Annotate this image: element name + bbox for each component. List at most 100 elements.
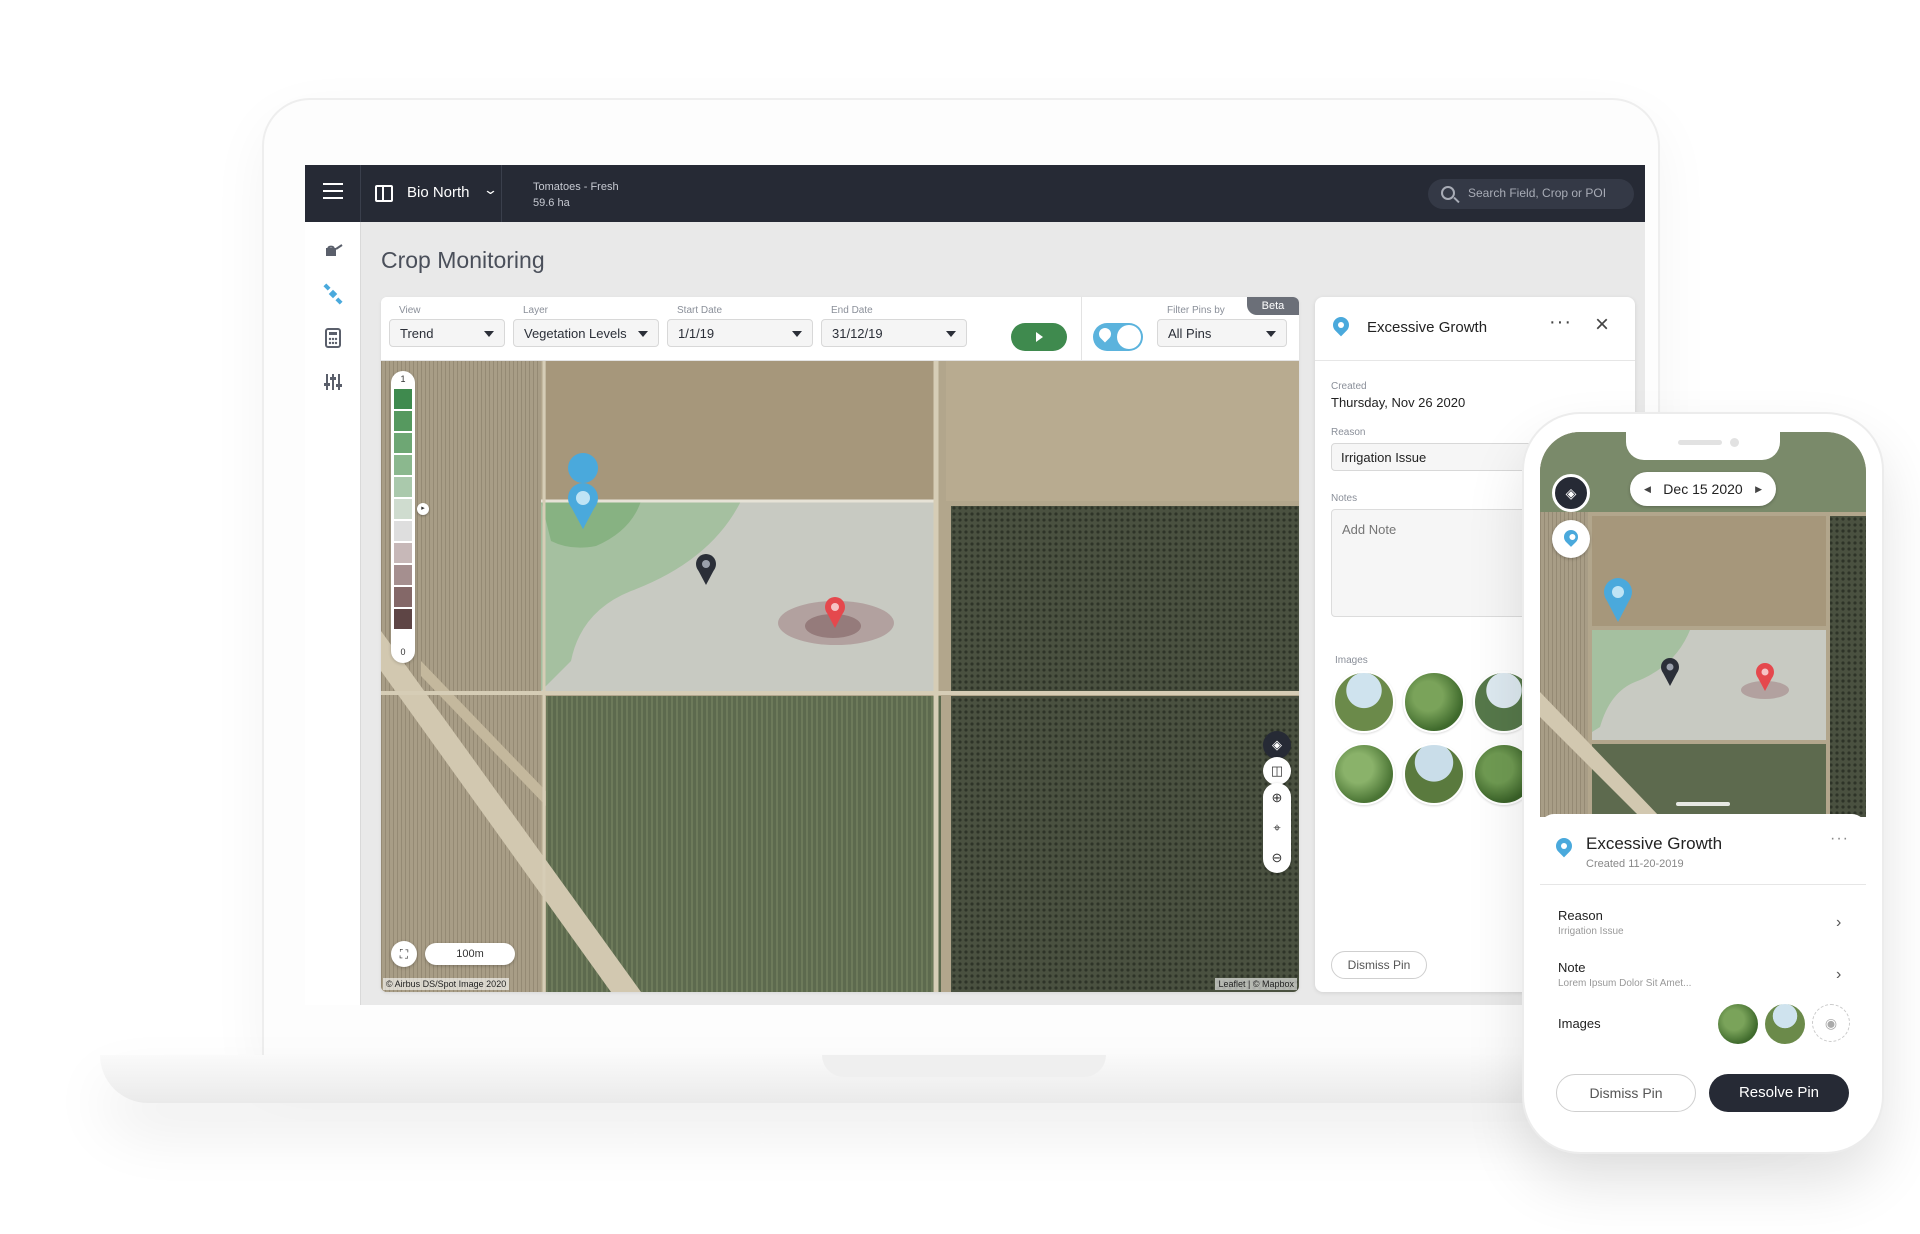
phone-speaker — [1678, 440, 1722, 445]
hamburger-menu-icon[interactable] — [323, 183, 343, 203]
legend-swatch — [394, 609, 412, 629]
end-date-value: 31/12/19 — [832, 326, 883, 341]
image-thumbnail[interactable] — [1403, 743, 1465, 805]
image-thumbnail[interactable] — [1333, 671, 1395, 733]
map-pin-red[interactable] — [825, 597, 845, 628]
crop-area: 59.6 ha — [533, 197, 570, 209]
map-toolbar: View Trend Layer Vegetation Levels Start… — [381, 297, 1299, 361]
calculator-icon[interactable] — [319, 324, 347, 352]
pin-title: Excessive Growth — [1367, 319, 1488, 336]
caret-down-icon — [638, 331, 648, 337]
zoom-in-icon[interactable]: ⊕ — [1263, 783, 1291, 813]
caret-down-icon — [1266, 331, 1276, 337]
date-value: Dec 15 2020 — [1663, 481, 1743, 497]
layers-icon[interactable]: ◈ — [1552, 474, 1590, 512]
image-thumbnail[interactable] — [1403, 671, 1465, 733]
camera-icon[interactable]: ◉ — [1812, 1004, 1850, 1042]
more-options-icon[interactable]: ··· — [1549, 311, 1572, 334]
note-value: Lorem Ipsum Dolor Sit Amet... — [1558, 978, 1692, 989]
page-title: Crop Monitoring — [381, 247, 545, 273]
caret-down-icon — [946, 331, 956, 337]
sheet-grab-handle[interactable] — [1676, 802, 1730, 806]
phone-notch — [1626, 432, 1780, 460]
end-date-select[interactable]: 31/12/19 — [821, 319, 967, 347]
layer-select[interactable]: Vegetation Levels — [513, 319, 659, 347]
zoom-controls: ⊕ ⌖ ⊖ — [1263, 783, 1291, 873]
pin-icon — [1552, 834, 1576, 858]
legend-max: 1 — [400, 374, 406, 384]
add-pin-button[interactable] — [1552, 520, 1590, 558]
layer-label: Layer — [523, 305, 549, 316]
pin-icon — [1561, 527, 1581, 547]
watering-can-icon[interactable] — [319, 236, 347, 264]
satellite-map[interactable]: 1 0 ▸ ◈ ◫ ⊕ ⌖ ⊖ ⛶ 100m © Airbus DS/Spot … — [381, 361, 1299, 992]
date-picker[interactable]: ◀ Dec 15 2020 ▶ — [1630, 472, 1776, 506]
map-pin-blue[interactable] — [568, 453, 599, 529]
start-date-label: Start Date — [677, 305, 723, 316]
search-icon — [1441, 186, 1455, 200]
caret-down-icon — [484, 331, 494, 337]
map-attribution-tiles[interactable]: Leaflet | © Mapbox — [1215, 978, 1297, 990]
search-box[interactable] — [1428, 179, 1634, 209]
legend-swatch — [394, 521, 412, 541]
legend-swatch — [394, 411, 412, 431]
field-icon — [375, 185, 393, 202]
pin-created: Created 11-20-2019 — [1586, 858, 1684, 870]
toggle-knob — [1117, 325, 1141, 349]
sliders-icon[interactable] — [319, 368, 347, 396]
close-icon[interactable]: × — [1595, 311, 1609, 339]
phone-screen: ◈ ◀ Dec 15 2020 ▶ Excessive Growth Creat… — [1540, 432, 1866, 1134]
pins-toggle[interactable] — [1093, 323, 1143, 351]
chevron-down-icon[interactable]: ⌄ — [483, 182, 498, 198]
start-date-select[interactable]: 1/1/19 — [667, 319, 813, 347]
locate-icon[interactable]: ⌖ — [1263, 813, 1291, 843]
legend-swatch — [394, 477, 412, 497]
laptop-screen: Bio North ⌄ Tomatoes - Fresh 59.6 ha Sea… — [305, 165, 1645, 1005]
start-date-control: Start Date 1/1/19 — [667, 305, 813, 347]
resolve-pin-button[interactable]: Resolve Pin — [1709, 1074, 1849, 1112]
phone-satellite-map[interactable]: ◈ ◀ Dec 15 2020 ▶ — [1540, 432, 1866, 817]
end-date-control: End Date 31/12/19 — [821, 305, 967, 347]
search-input[interactable] — [1468, 186, 1628, 200]
crop-name: Tomatoes - Fresh — [533, 181, 619, 193]
pin-title: Excessive Growth — [1586, 834, 1723, 853]
reason-label: Reason — [1331, 427, 1366, 438]
panel-header: Excessive Growth ··· × — [1315, 297, 1635, 361]
layer-value: Vegetation Levels — [524, 326, 627, 341]
map-scale: 100m — [425, 943, 515, 965]
play-button[interactable] — [1011, 323, 1067, 351]
more-options-icon[interactable]: ··· — [1830, 830, 1849, 848]
reason-value: Irrigation Issue — [1558, 926, 1624, 937]
layer-control: Layer Vegetation Levels — [513, 305, 659, 347]
view-select[interactable]: Trend — [389, 319, 505, 347]
map-pin-dark[interactable] — [696, 554, 716, 585]
divider — [360, 165, 361, 222]
legend-slider-handle[interactable]: ▸ — [417, 503, 429, 515]
created-value: Thursday, Nov 26 2020 — [1331, 395, 1466, 410]
legend-swatch — [394, 499, 412, 519]
image-thumbnail[interactable] — [1765, 1004, 1805, 1044]
dismiss-pin-button[interactable]: Dismiss Pin — [1331, 951, 1427, 979]
images-label: Images — [1335, 655, 1368, 666]
chevron-right-icon[interactable]: › — [1836, 914, 1841, 932]
divider — [501, 165, 502, 222]
reason-label: Reason — [1558, 908, 1603, 923]
image-thumbnail[interactable] — [1718, 1004, 1758, 1044]
map-attribution-imagery: © Airbus DS/Spot Image 2020 — [383, 978, 510, 990]
dismiss-pin-button[interactable]: Dismiss Pin — [1556, 1074, 1696, 1112]
fullscreen-icon[interactable]: ⛶ — [391, 941, 417, 967]
legend-swatch — [394, 543, 412, 563]
map-view-icon[interactable]: ◫ — [1263, 757, 1291, 785]
field-selector[interactable]: Bio North — [407, 184, 470, 201]
notes-label: Notes — [1331, 493, 1358, 504]
zoom-out-icon[interactable]: ⊖ — [1263, 843, 1291, 873]
filter-pins-select[interactable]: All Pins — [1157, 319, 1287, 347]
divider — [1540, 884, 1866, 885]
vegetation-legend: 1 0 — [391, 371, 415, 663]
chevron-right-icon[interactable]: ▶ — [1755, 472, 1762, 506]
chevron-right-icon[interactable]: › — [1836, 966, 1841, 984]
image-thumbnail[interactable] — [1333, 743, 1395, 805]
chevron-left-icon[interactable]: ◀ — [1644, 472, 1651, 506]
satellite-icon[interactable] — [319, 280, 347, 308]
layers-icon[interactable]: ◈ — [1263, 731, 1291, 759]
